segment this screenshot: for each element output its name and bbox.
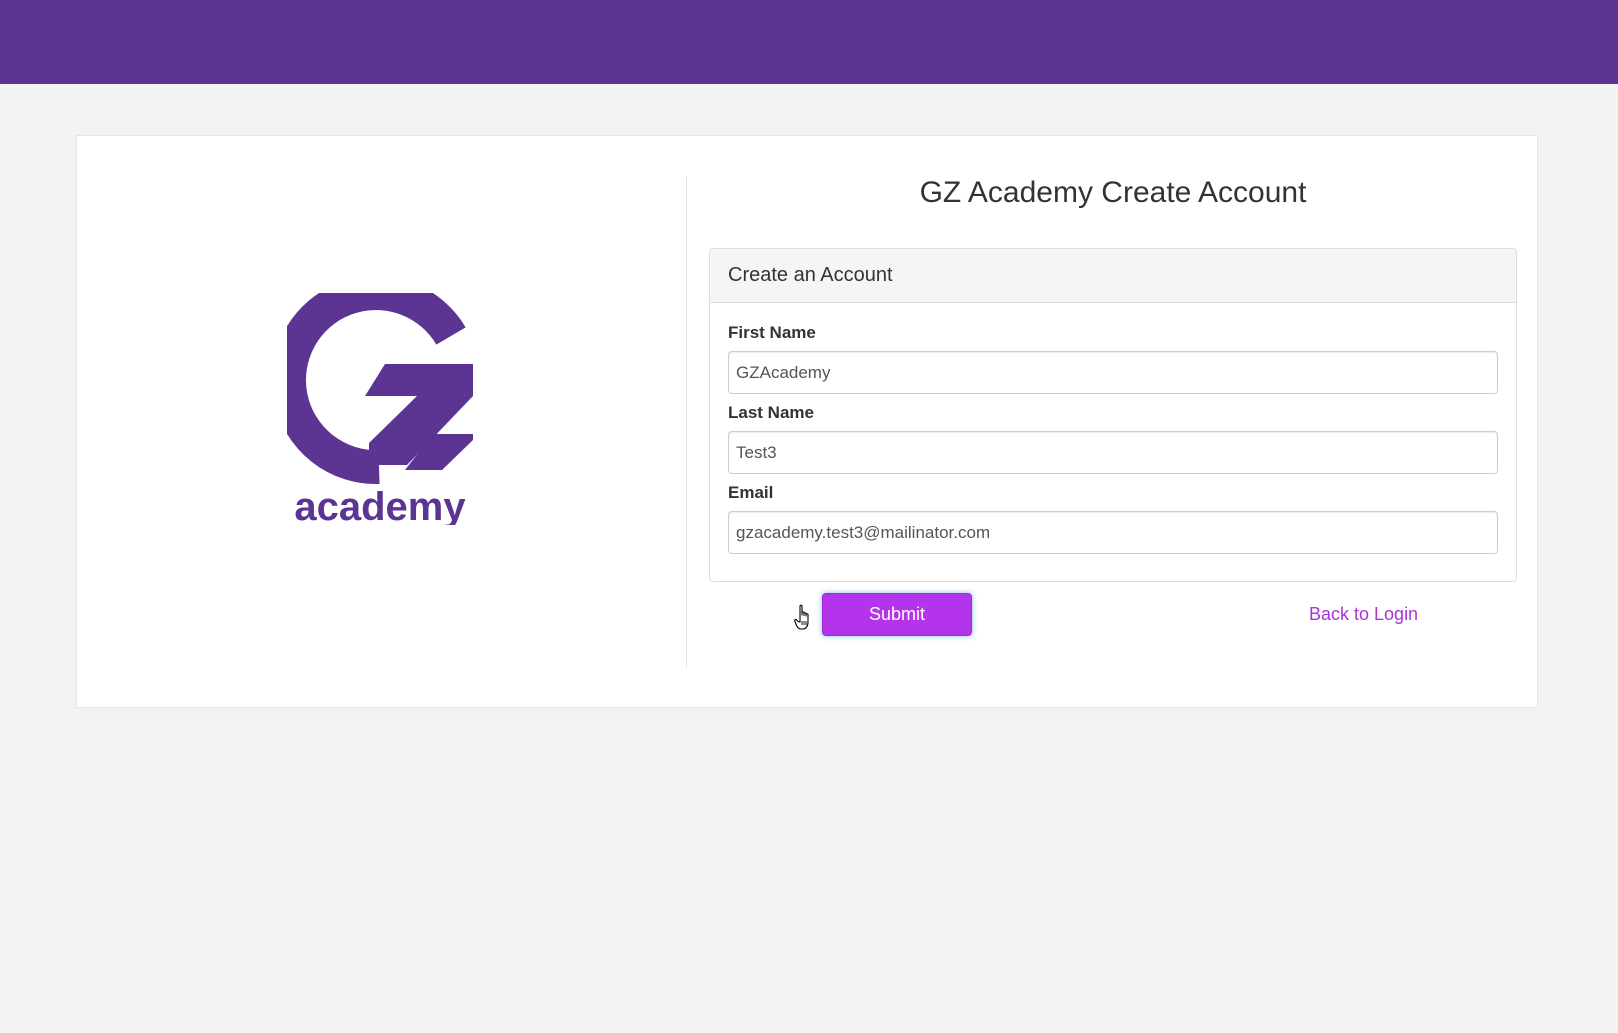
last-name-input[interactable] (728, 431, 1498, 474)
page-title: GZ Academy Create Account (919, 176, 1307, 209)
top-header-bar (0, 0, 1618, 84)
create-account-card: academy GZ Academy Create Account Create… (76, 135, 1538, 708)
vertical-divider (686, 176, 687, 668)
back-to-login-link[interactable]: Back to Login (1309, 602, 1418, 626)
first-name-input[interactable] (728, 351, 1498, 394)
email-label: Email (728, 483, 774, 502)
email-input[interactable] (728, 511, 1498, 554)
submit-button[interactable]: Submit (822, 593, 972, 636)
gz-academy-logo: academy (287, 293, 473, 525)
svg-text:academy: academy (294, 485, 466, 525)
last-name-label: Last Name (728, 403, 814, 422)
first-name-label: First Name (728, 323, 816, 342)
panel-heading: Create an Account (710, 249, 1516, 303)
form-column: GZ Academy Create Account Create an Acco… (709, 136, 1517, 709)
panel-body: First Name Last Name Email (710, 303, 1516, 554)
create-account-panel: Create an Account First Name Last Name E… (709, 248, 1517, 582)
